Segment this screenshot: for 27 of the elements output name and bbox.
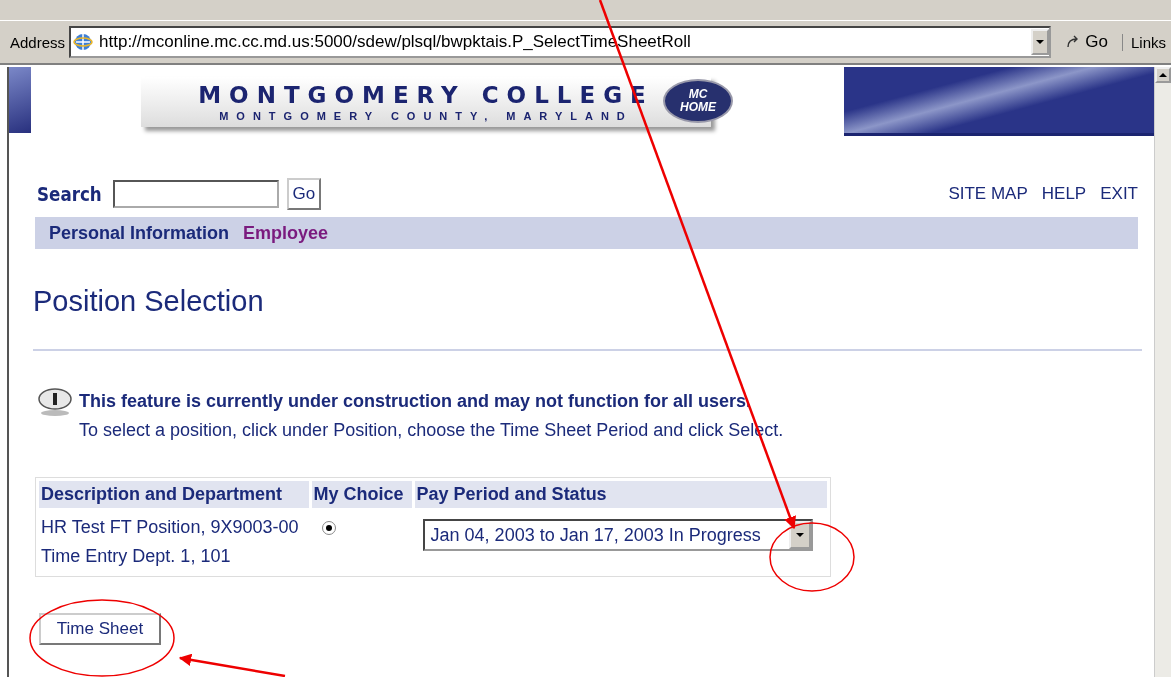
dropdown-icon[interactable]: [795, 533, 804, 537]
time-sheet-button[interactable]: Time Sheet: [39, 613, 161, 645]
banner-background: [9, 67, 31, 133]
column-header: Description and Department: [39, 481, 309, 508]
top-link[interactable]: EXIT: [1100, 184, 1138, 204]
dropdown-icon[interactable]: [1031, 29, 1050, 55]
search-field[interactable]: [112, 180, 279, 208]
top-link[interactable]: HELP: [1041, 184, 1087, 204]
nav-link[interactable]: Employee: [243, 222, 329, 244]
links-label[interactable]: Links: [1122, 33, 1167, 51]
info-icon: [37, 387, 73, 417]
top-link[interactable]: SITE MAP: [948, 184, 1028, 204]
column-header: My Choice: [311, 481, 412, 508]
scroll-up-icon[interactable]: [1159, 73, 1167, 77]
table-cell-text: HR Test FT Position, 9X9003-00: [41, 516, 300, 539]
nav-link[interactable]: Personal Information: [49, 222, 230, 244]
logo-subtitle: MONTGOMERY COUNTY, MARYLAND: [219, 109, 633, 123]
pay-period-select[interactable]: Jan 04, 2003 to Jan 17, 2003 In Progress: [422, 519, 813, 551]
radio-button[interactable]: [321, 521, 336, 535]
table-cell-text: Time Entry Dept. 1, 101: [41, 545, 232, 568]
page-title: Position Selection: [33, 285, 265, 319]
search-button[interactable]: Go: [286, 178, 322, 210]
search-label: Search: [37, 183, 102, 205]
address-label: Address: [10, 33, 66, 51]
scrollbar[interactable]: [1154, 67, 1171, 677]
column-header: Pay Period and Status: [414, 481, 827, 508]
globe-icon: [73, 32, 94, 52]
